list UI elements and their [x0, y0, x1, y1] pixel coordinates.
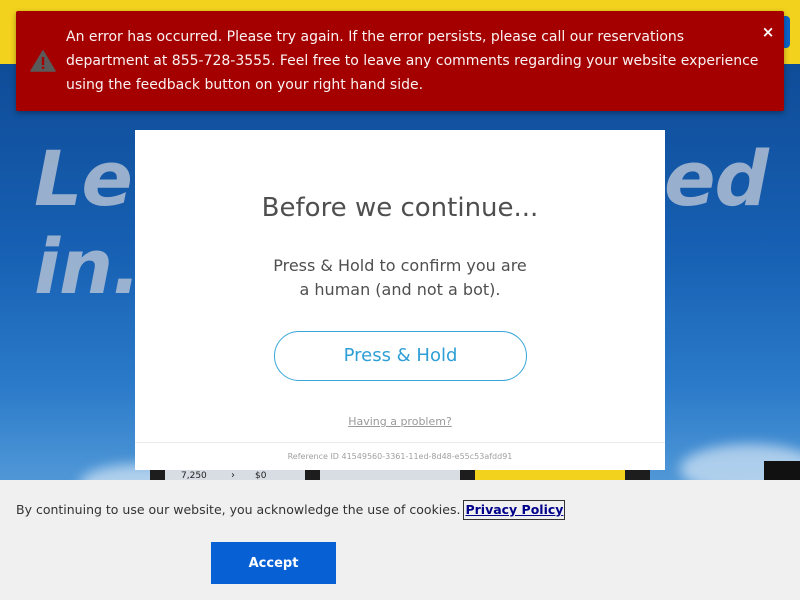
hero-heading-line1-end: ed — [664, 134, 769, 223]
problem-link-row: Having a problem? — [135, 412, 665, 430]
modal-message: Press & Hold to confirm you are a human … — [135, 254, 665, 302]
error-banner: An error has occurred. Please try again.… — [16, 11, 784, 111]
press-and-hold-button[interactable]: Press & Hold — [274, 331, 527, 381]
error-message: An error has occurred. Please try again.… — [66, 29, 759, 93]
cookie-banner: By continuing to use our website, you ac… — [0, 480, 800, 600]
cookie-notice-text: By continuing to use our website, you ac… — [16, 502, 461, 517]
modal-message-line1: Press & Hold to confirm you are — [273, 256, 527, 275]
warning-icon — [30, 50, 56, 72]
privacy-policy-link[interactable]: Privacy Policy — [463, 500, 566, 520]
modal-message-line2: a human (and not a bot). — [299, 280, 501, 299]
cookie-notice: By continuing to use our website, you ac… — [16, 500, 566, 520]
accept-cookies-button[interactable]: Accept — [211, 542, 336, 584]
modal-title: Before we continue... — [261, 193, 539, 223]
reference-id: Reference ID 41549560-3361-11ed-8d48-e55… — [135, 442, 665, 470]
hero-heading-line2: in. — [34, 222, 141, 311]
close-icon[interactable]: × — [760, 23, 776, 41]
captcha-modal: Before we continue... Press & Hold to co… — [135, 130, 665, 470]
having-a-problem-link[interactable]: Having a problem? — [348, 415, 452, 428]
